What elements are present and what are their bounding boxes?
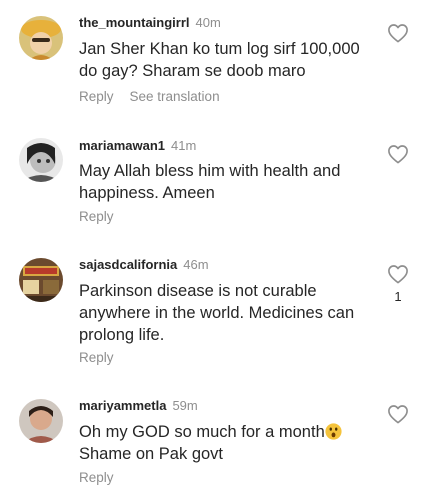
comment-time: 59m xyxy=(172,398,198,413)
comment-username[interactable]: mariamawan1 41m xyxy=(79,138,196,153)
heart-icon[interactable] xyxy=(387,404,409,424)
comment-username[interactable]: mariyammetla 59m xyxy=(79,398,198,413)
heart-icon[interactable] xyxy=(387,144,409,164)
comment-text: Parkinson disease is not curable anywher… xyxy=(79,282,355,344)
comment-text: Oh my GOD so much for a month Shame on P… xyxy=(79,421,379,465)
username-text[interactable]: mariamawan1 xyxy=(79,138,165,153)
reply-button[interactable]: Reply xyxy=(79,470,114,485)
comment-username[interactable]: the_mountaingirrl 40m xyxy=(79,15,221,30)
comment-username[interactable]: sajasdcalifornia 46m xyxy=(79,257,209,272)
avatar[interactable] xyxy=(19,16,63,60)
see-translation-button[interactable]: See translation xyxy=(130,89,220,104)
comment-time: 40m xyxy=(195,15,221,30)
comment-time: 41m xyxy=(171,138,197,153)
username-text[interactable]: sajasdcalifornia xyxy=(79,257,177,272)
comment-time: 46m xyxy=(183,257,209,272)
comment-text: Jan Sher Khan ko tum log sirf 100,000 do… xyxy=(79,40,360,80)
heart-icon[interactable] xyxy=(387,264,409,284)
comment-text: May Allah bless him with health and happ… xyxy=(79,162,341,202)
avatar[interactable] xyxy=(19,258,63,302)
comment-actions: Reply xyxy=(79,350,130,365)
username-text[interactable]: the_mountaingirrl xyxy=(79,15,190,30)
heart-icon[interactable] xyxy=(387,23,409,43)
comment-actions: Reply xyxy=(79,209,130,224)
avatar[interactable] xyxy=(19,138,63,182)
avatar[interactable] xyxy=(19,399,63,443)
reply-button[interactable]: Reply xyxy=(79,209,114,224)
astonished-face-icon xyxy=(325,423,342,440)
comment-text-line: Oh my GOD so much for a month xyxy=(79,423,325,441)
username-text[interactable]: mariyammetla xyxy=(79,398,166,413)
comment-text-line: Shame on Pak govt xyxy=(79,445,224,463)
reply-button[interactable]: Reply xyxy=(79,89,114,104)
reply-button[interactable]: Reply xyxy=(79,350,114,365)
comment-actions: Reply See translation xyxy=(79,89,236,104)
like-count[interactable]: 1 xyxy=(388,289,408,304)
comment-actions: Reply xyxy=(79,470,130,485)
